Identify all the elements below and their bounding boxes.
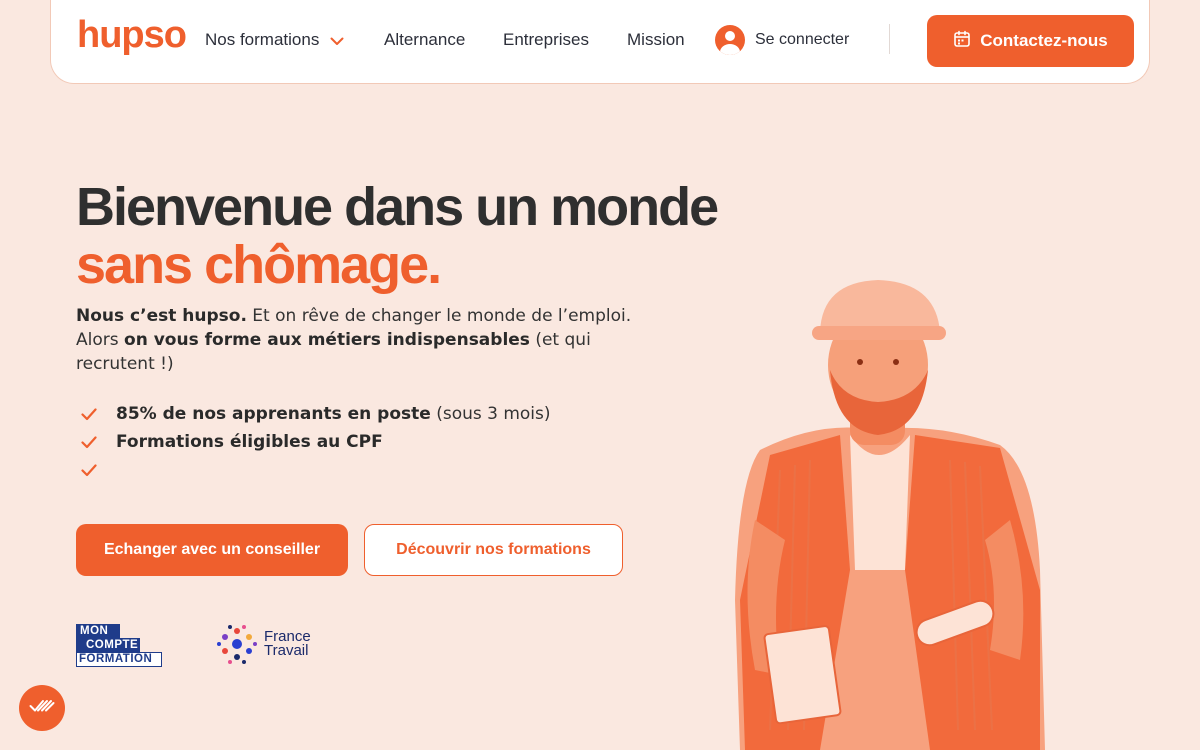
talk-to-advisor-button[interactable]: Echanger avec un conseiller bbox=[76, 524, 348, 576]
login-link[interactable]: Se connecter bbox=[715, 25, 849, 55]
hero-title-accent: sans chômage. bbox=[76, 235, 442, 295]
nav-formations[interactable]: Nos formations bbox=[205, 30, 344, 51]
benefit-bold: Formations éligibles au CPF bbox=[116, 432, 383, 452]
intro-bold-1: Nous c’est hupso. bbox=[76, 306, 247, 326]
mcf-line2: COMPTE bbox=[76, 638, 140, 652]
hero-title-line1: Bienvenue dans un monde bbox=[76, 177, 719, 237]
list-item: 85% de nos apprenants en poste (sous 3 m… bbox=[80, 400, 551, 428]
list-item bbox=[80, 456, 551, 484]
cookie-consent-button[interactable] bbox=[19, 685, 65, 731]
mcf-line1: MON bbox=[76, 624, 120, 638]
chevron-down-icon bbox=[330, 31, 344, 51]
user-icon bbox=[715, 25, 745, 55]
mon-compte-formation-logo: MON COMPTE FORMATION bbox=[76, 624, 162, 667]
nav-entreprises[interactable]: Entreprises bbox=[503, 30, 589, 50]
contact-button-label: Contactez-nous bbox=[980, 31, 1108, 50]
france-travail-logo: France Travail bbox=[216, 622, 311, 666]
check-icon bbox=[80, 433, 98, 451]
hupso-logo[interactable]: hupso bbox=[77, 14, 187, 57]
france-travail-text: France Travail bbox=[264, 629, 311, 659]
hero-title: Bienvenue dans un monde sans chômage. bbox=[76, 177, 719, 295]
check-icon bbox=[80, 461, 98, 479]
contact-button[interactable]: Contactez-nous bbox=[927, 15, 1134, 67]
site-header: hupso Nos formations Alternance Entrepri… bbox=[50, 0, 1150, 84]
nav-formations-label: Nos formations bbox=[205, 30, 320, 49]
nav-alternance[interactable]: Alternance bbox=[384, 30, 465, 50]
discover-trainings-button[interactable]: Découvrir nos formations bbox=[364, 524, 623, 576]
construction-worker-illustration bbox=[735, 280, 1045, 750]
list-item: Formations éligibles au CPF bbox=[80, 428, 551, 456]
intro-bold-2: on vous forme aux métiers indispensables bbox=[124, 330, 530, 350]
login-label: Se connecter bbox=[755, 31, 850, 48]
hero-intro: Nous c’est hupso. Et on rêve de changer … bbox=[76, 304, 651, 376]
ft-line2: Travail bbox=[264, 642, 309, 659]
france-travail-icon bbox=[217, 625, 257, 664]
benefit-bold: 85% de nos apprenants en poste bbox=[116, 404, 431, 424]
check-icon bbox=[80, 405, 98, 423]
header-divider bbox=[889, 24, 890, 54]
calendar-icon bbox=[953, 30, 971, 53]
mcf-line3: FORMATION bbox=[76, 652, 162, 667]
benefits-list: 85% de nos apprenants en poste (sous 3 m… bbox=[80, 400, 551, 484]
nav-mission[interactable]: Mission bbox=[627, 30, 685, 50]
benefit-text: (sous 3 mois) bbox=[430, 404, 551, 424]
checkmarks-icon bbox=[29, 697, 55, 719]
